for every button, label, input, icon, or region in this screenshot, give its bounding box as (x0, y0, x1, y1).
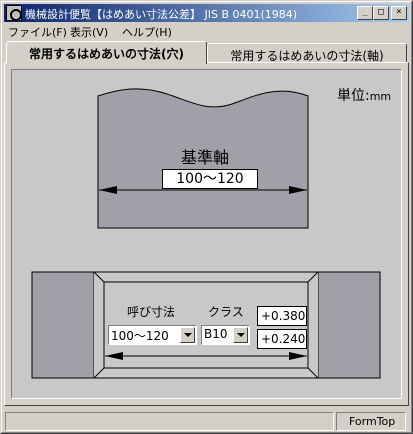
size-select[interactable]: 100〜120 (108, 325, 197, 345)
class-label: クラス (208, 305, 244, 319)
status-pane-form: FormTop (336, 412, 406, 431)
menu-bar: ファイル(F) 表示(V) ヘルプ(H) (4, 23, 409, 40)
window-title: 機械設計便覧【はめあい寸法公差】 JIS B 0401(1984) (25, 8, 298, 21)
size-select-value: 100〜120 (111, 329, 169, 343)
hole-body-right (317, 271, 381, 379)
minimize-button[interactable]: _ (357, 6, 373, 20)
menu-file[interactable]: ファイル(F) (8, 24, 67, 40)
menu-help[interactable]: ヘルプ(H) (122, 24, 172, 40)
shaft-size-display: 100〜120 (162, 169, 258, 189)
drawing-area: 単位:mm 基準軸 100〜120 呼び寸法 クラス 100〜120 B10 +… (11, 69, 402, 399)
size-select-dropdown-icon[interactable] (180, 327, 195, 343)
app-icon[interactable] (6, 5, 22, 21)
tab-hole-dimensions[interactable]: 常用するはめあいの寸法(穴) (6, 41, 207, 64)
class-select[interactable]: B10 (201, 325, 250, 345)
title-bar[interactable]: 機械設計便覧【はめあい寸法公差】 JIS B 0401(1984) _ □ × (4, 4, 409, 22)
upper-tolerance: +0.380 (257, 306, 307, 326)
class-select-dropdown-icon[interactable] (233, 327, 248, 343)
hole-body-left (31, 271, 95, 379)
size-label: 呼び寸法 (127, 305, 176, 319)
fit-diagram (31, 88, 381, 379)
close-button[interactable]: × (391, 6, 407, 20)
tab-panel: 単位:mm 基準軸 100〜120 呼び寸法 クラス 100〜120 B10 +… (4, 62, 409, 406)
lower-tolerance: +0.240 (257, 329, 307, 349)
app-window: 機械設計便覧【はめあい寸法公差】 JIS B 0401(1984) _ □ × … (0, 0, 413, 434)
menu-view[interactable]: 表示(V) (70, 24, 108, 40)
shaft-title: 基準軸 (180, 148, 229, 167)
class-select-value: B10 (204, 327, 228, 341)
status-pane-main (5, 412, 334, 431)
maximize-button[interactable]: □ (373, 6, 389, 20)
tab-strip: 常用するはめあいの寸法(穴) 常用するはめあいの寸法(軸) (4, 41, 409, 64)
status-bar: FormTop (4, 412, 409, 431)
tab-shaft-dimensions[interactable]: 常用するはめあいの寸法(軸) (207, 43, 407, 63)
